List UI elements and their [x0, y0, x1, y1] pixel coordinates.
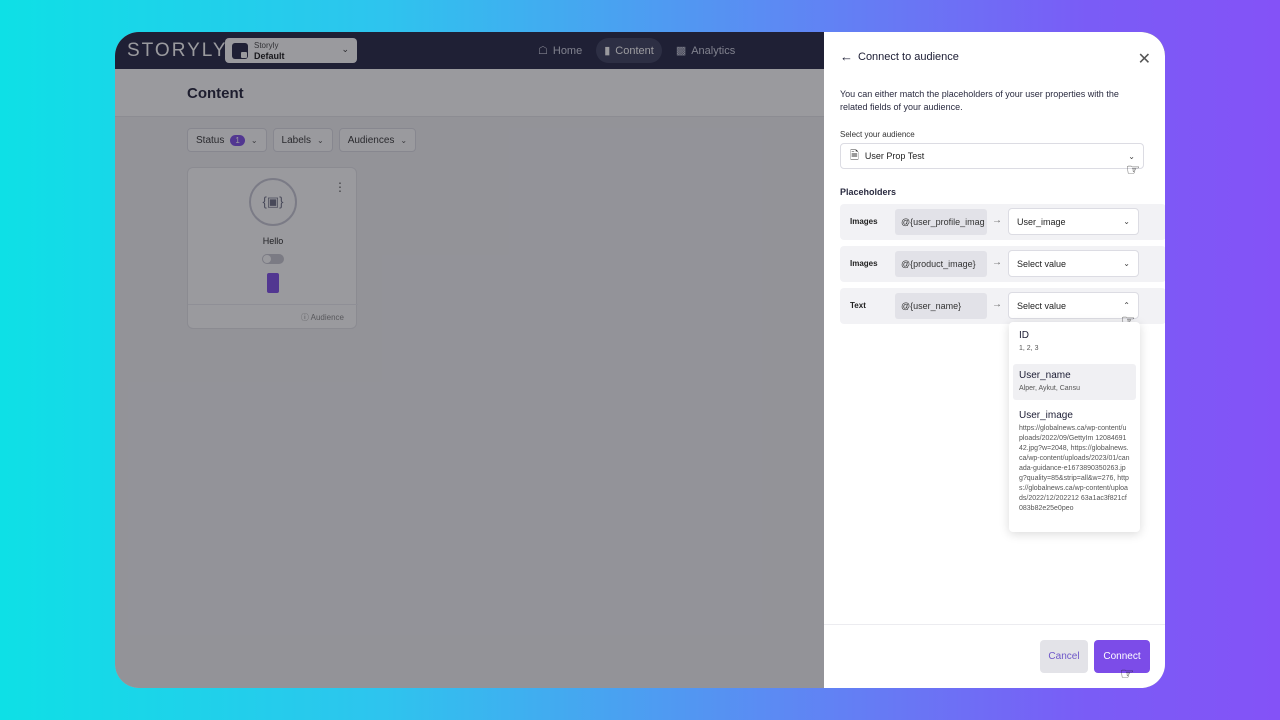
option-sample: Alper, Aykut, Cansu [1019, 385, 1080, 392]
arrow-right-icon: → [992, 299, 1002, 310]
placeholder-key: @{user_name} [895, 293, 987, 319]
drawer-footer-divider [824, 624, 1165, 625]
placeholder-row: Images @{product_image} → Select value ⌄ [840, 246, 1165, 282]
arrow-right-icon: → [992, 257, 1002, 268]
connect-audience-drawer: ← Connect to audience ✕ You can either m… [824, 32, 1165, 688]
back-arrow-icon[interactable]: ← [840, 49, 853, 64]
chevron-up-icon: ⌃ [1123, 301, 1130, 310]
placeholder-row: Text @{user_name} → Select value ⌃ [840, 288, 1165, 324]
audience-value: User Prop Test [864, 151, 925, 161]
chevron-down-icon: ⌄ [1123, 217, 1130, 226]
value-dropdown: ID 1, 2, 3 User_name Alper, Aykut, Cansu… [1009, 322, 1140, 532]
hand-cursor-icon: ☞ [1120, 666, 1135, 683]
option-name: User_name [1019, 370, 1071, 381]
placeholder-type: Images [850, 217, 878, 226]
audience-label: Select your audience [840, 130, 915, 139]
option-name: User_image [1019, 410, 1073, 421]
placeholder-key: @{product_image} [895, 251, 987, 277]
drawer-description: You can either match the placeholders of… [840, 89, 1119, 112]
option-name: ID [1019, 330, 1029, 341]
dropdown-option[interactable]: User_image https://globalnews.ca/wp-cont… [1013, 404, 1136, 520]
audience-select[interactable]: 🗎 User Prop Test ⌄ [840, 143, 1144, 169]
placeholder-value: Select value [1017, 301, 1067, 311]
arrow-right-icon: → [992, 215, 1002, 226]
placeholder-value: Select value [1017, 259, 1067, 269]
placeholder-value-select[interactable]: Select value ⌄ [1008, 250, 1139, 277]
drawer-title: Connect to audience [858, 51, 959, 63]
placeholders-title: Placeholders [840, 187, 897, 197]
placeholder-value-select[interactable]: User_image ⌄ [1008, 208, 1139, 235]
dropdown-option[interactable]: User_name Alper, Aykut, Cansu [1013, 364, 1136, 400]
app-window: STORYLY Storyly Default ⌄ ☖ Home ▮ Conte… [115, 32, 1165, 688]
document-icon: 🗎 [850, 149, 859, 162]
dropdown-option[interactable]: ID 1, 2, 3 [1013, 324, 1136, 360]
placeholder-type: Text [850, 301, 866, 310]
placeholder-value-select[interactable]: Select value ⌃ [1008, 292, 1139, 319]
chevron-down-icon: ⌄ [1123, 259, 1130, 268]
placeholder-type: Images [850, 259, 878, 268]
placeholder-key: @{user_profile_imag [895, 209, 987, 235]
hand-cursor-icon: ☞ [1126, 162, 1141, 179]
cancel-button[interactable]: Cancel [1040, 640, 1088, 673]
option-sample: 1, 2, 3 [1019, 345, 1039, 352]
close-icon[interactable]: ✕ [1138, 49, 1151, 69]
placeholder-row: Images @{user_profile_imag → User_image … [840, 204, 1165, 240]
drawer-header: ← Connect to audience ✕ [824, 32, 1165, 82]
option-sample: https://globalnews.ca/wp-content/uploads… [1019, 425, 1130, 512]
placeholder-value: User_image [1017, 217, 1066, 227]
